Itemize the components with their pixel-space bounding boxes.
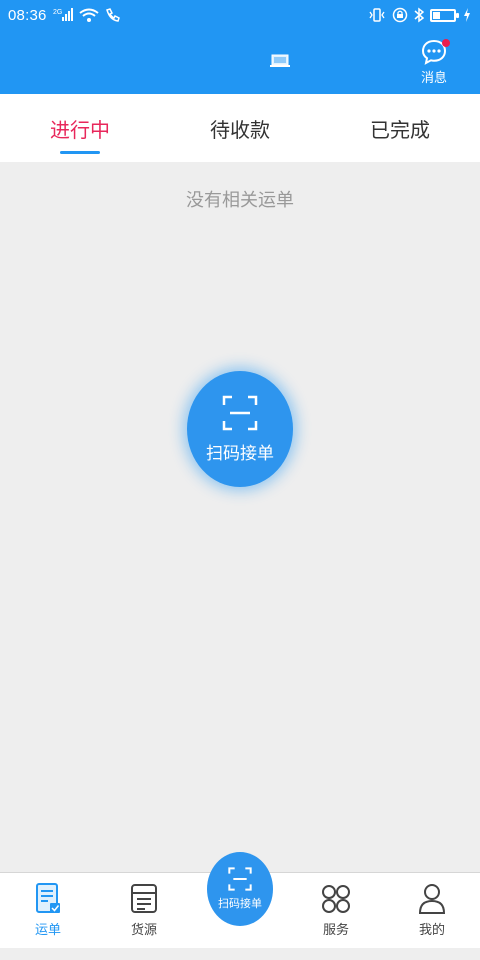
app-header: 08:36 2G 消息	[0, 0, 480, 94]
scan-accept-order-button[interactable]: 扫码接单	[187, 371, 293, 487]
system-gesture-bar	[0, 948, 480, 960]
status-time: 08:36	[8, 6, 47, 24]
notification-dot	[442, 39, 450, 47]
nav-profile[interactable]: 我的	[384, 873, 480, 948]
tab-pending-payment[interactable]: 待收款	[160, 94, 320, 162]
tab-completed[interactable]: 已完成	[320, 94, 480, 162]
wifi-icon	[78, 8, 99, 22]
active-tab-indicator	[60, 151, 100, 154]
tab-in-progress[interactable]: 进行中	[0, 94, 160, 162]
signal-icon: 2G	[53, 8, 73, 22]
cargo-source-icon	[131, 884, 157, 913]
nav-scan-accept-order-button[interactable]: 扫码接单	[207, 852, 273, 926]
scan-icon	[228, 867, 252, 891]
nav-label: 我的	[418, 923, 445, 938]
lock-rotation-icon	[392, 7, 408, 23]
status-bar: 08:36 2G	[0, 0, 480, 30]
nav-label: 运单	[34, 923, 61, 938]
messages-label: 消息	[420, 71, 447, 86]
bluetooth-icon	[414, 7, 424, 23]
nav-scan-label: 扫码接单	[218, 897, 262, 910]
waybill-icon	[36, 883, 60, 913]
nav-label: 货源	[130, 923, 157, 938]
scan-button-label: 扫码接单	[206, 443, 274, 464]
app-logo	[190, 48, 290, 74]
nav-services[interactable]: 服务	[288, 873, 384, 948]
tab-label: 已完成	[370, 117, 430, 142]
messages-button[interactable]: 消息	[414, 38, 454, 86]
vibrate-icon	[368, 8, 386, 22]
services-icon	[322, 885, 350, 913]
nav-label: 服务	[322, 923, 349, 938]
scan-icon	[222, 395, 258, 430]
call-icon	[105, 8, 121, 22]
tab-label: 待收款	[210, 117, 270, 142]
logo-icon	[270, 54, 290, 67]
nav-cargo-source[interactable]: 货源	[96, 873, 192, 948]
battery-icon	[430, 8, 459, 22]
empty-state-text: 没有相关运单	[186, 190, 294, 211]
charging-icon	[462, 7, 472, 23]
nav-waybill[interactable]: 运单	[0, 873, 96, 948]
profile-icon	[418, 884, 446, 914]
tab-label: 进行中	[50, 117, 110, 142]
waybill-status-tabs: 进行中 待收款 已完成	[0, 94, 480, 162]
network-type-label: 2G	[53, 9, 62, 16]
